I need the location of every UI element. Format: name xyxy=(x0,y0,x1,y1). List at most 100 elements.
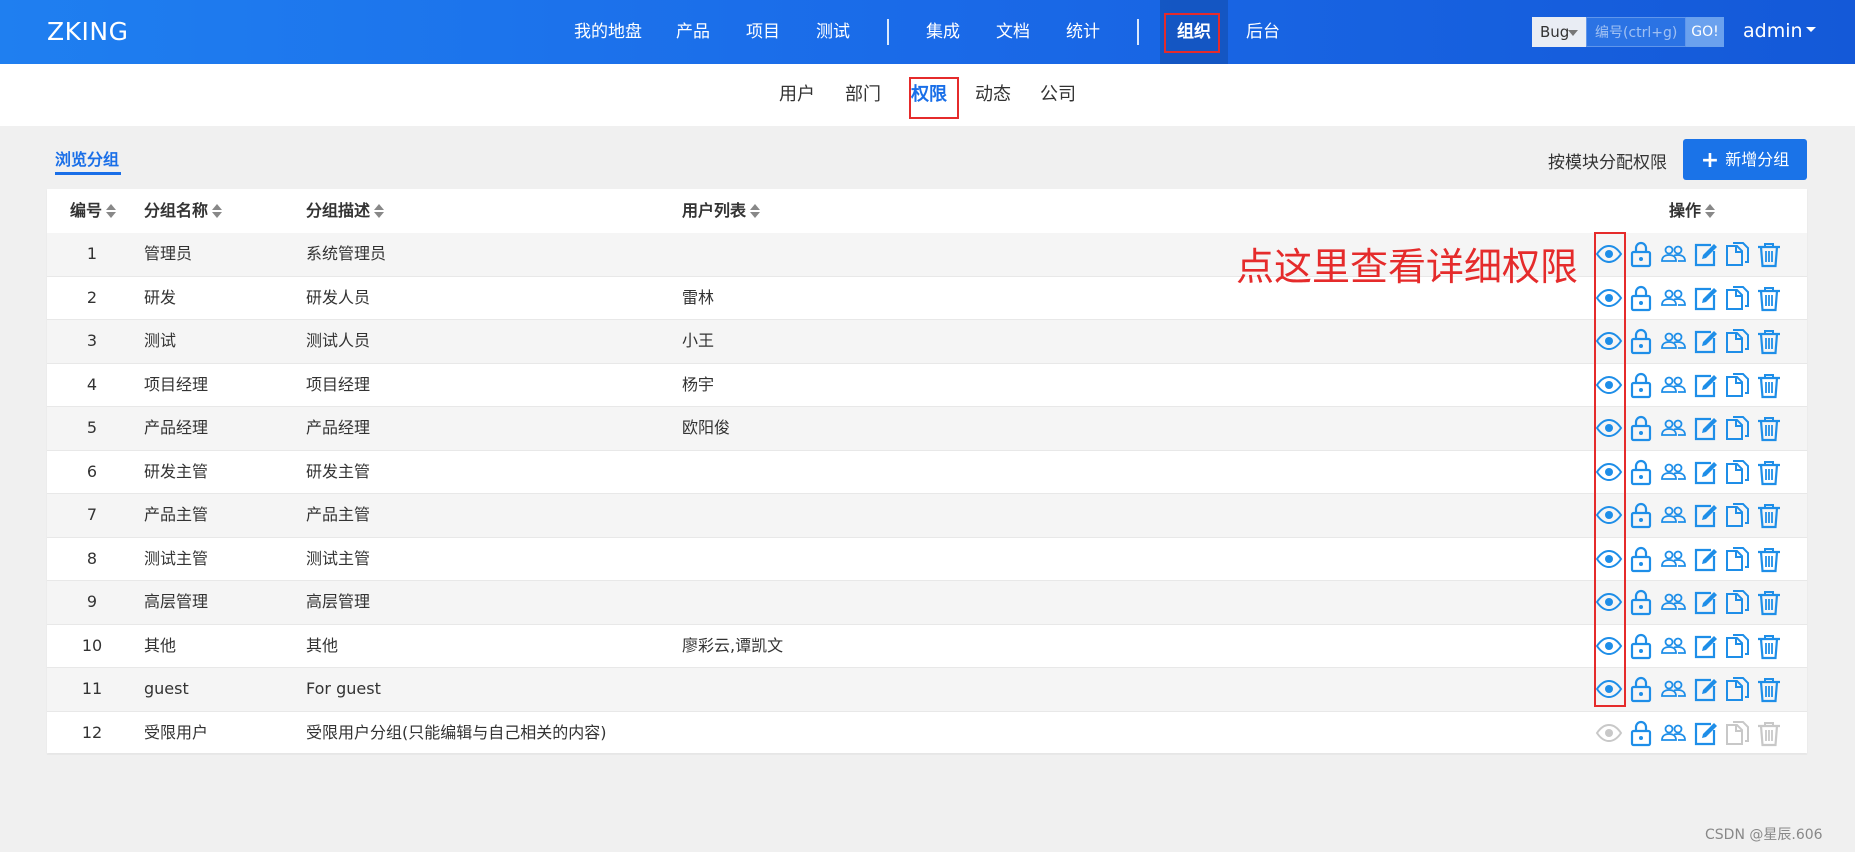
lock-icon[interactable] xyxy=(1627,240,1655,268)
copy-icon[interactable] xyxy=(1723,240,1751,268)
user-menu[interactable]: admin xyxy=(1743,20,1816,42)
brand-logo[interactable]: ZKING xyxy=(47,17,128,46)
trash-icon[interactable] xyxy=(1755,632,1783,660)
users-icon[interactable] xyxy=(1659,675,1687,703)
column-header-desc[interactable]: 分组描述 xyxy=(306,189,385,233)
lock-icon[interactable] xyxy=(1627,632,1655,660)
copy-icon[interactable] xyxy=(1723,632,1751,660)
edit-icon[interactable] xyxy=(1691,675,1719,703)
edit-icon[interactable] xyxy=(1691,240,1719,268)
browse-groups-tab[interactable]: 浏览分组 xyxy=(55,146,119,170)
copy-icon[interactable] xyxy=(1723,675,1751,703)
nav-item-dashboard[interactable]: 我的地盘 xyxy=(574,0,642,64)
users-icon[interactable] xyxy=(1659,240,1687,268)
add-group-button[interactable]: + 新增分组 xyxy=(1683,139,1807,180)
trash-icon[interactable] xyxy=(1755,327,1783,355)
nav-item-integration[interactable]: 集成 xyxy=(926,0,960,64)
subnav-item-users[interactable]: 用户 xyxy=(779,64,815,126)
eye-icon[interactable] xyxy=(1595,675,1623,703)
eye-icon[interactable] xyxy=(1595,284,1623,312)
lock-icon[interactable] xyxy=(1627,675,1655,703)
trash-icon[interactable] xyxy=(1755,284,1783,312)
edit-icon[interactable] xyxy=(1691,327,1719,355)
users-icon[interactable] xyxy=(1659,719,1687,747)
trash-icon[interactable] xyxy=(1755,414,1783,442)
subnav-item-departments[interactable]: 部门 xyxy=(845,64,881,126)
edit-icon[interactable] xyxy=(1691,632,1719,660)
group-desc-cell: 测试人员 xyxy=(306,331,371,350)
lock-icon[interactable] xyxy=(1627,588,1655,616)
column-header-id[interactable]: 编号 xyxy=(70,189,117,233)
edit-icon[interactable] xyxy=(1691,545,1719,573)
lock-icon[interactable] xyxy=(1627,719,1655,747)
copy-icon[interactable] xyxy=(1723,501,1751,529)
nav-item-product[interactable]: 产品 xyxy=(676,0,710,64)
nav-item-test[interactable]: 测试 xyxy=(816,0,850,64)
trash-icon[interactable] xyxy=(1755,501,1783,529)
edit-icon[interactable] xyxy=(1691,501,1719,529)
column-header-users[interactable]: 用户列表 xyxy=(682,189,761,233)
subnav-item-activity[interactable]: 动态 xyxy=(975,64,1011,126)
copy-icon[interactable] xyxy=(1723,371,1751,399)
trash-icon[interactable] xyxy=(1755,588,1783,616)
assign-by-module-link[interactable]: 按模块分配权限 xyxy=(1548,148,1667,173)
lock-icon[interactable] xyxy=(1627,371,1655,399)
users-icon[interactable] xyxy=(1659,414,1687,442)
lock-icon[interactable] xyxy=(1627,501,1655,529)
lock-icon[interactable] xyxy=(1627,545,1655,573)
eye-icon[interactable] xyxy=(1595,414,1623,442)
nav-item-docs[interactable]: 文档 xyxy=(996,0,1030,64)
users-icon[interactable] xyxy=(1659,327,1687,355)
copy-icon[interactable] xyxy=(1723,414,1751,442)
subnav-item-company[interactable]: 公司 xyxy=(1040,64,1076,126)
eye-icon[interactable] xyxy=(1595,458,1623,486)
nav-item-project[interactable]: 项目 xyxy=(746,0,780,64)
table-header: 编号 分组名称 分组描述 用户列表 操作 xyxy=(47,189,1807,234)
copy-icon[interactable] xyxy=(1723,588,1751,616)
copy-icon[interactable] xyxy=(1723,284,1751,312)
users-icon[interactable] xyxy=(1659,588,1687,616)
search-type-select[interactable]: Bug xyxy=(1532,17,1586,47)
column-header-name[interactable]: 分组名称 xyxy=(144,189,223,233)
edit-icon[interactable] xyxy=(1691,588,1719,616)
lock-icon[interactable] xyxy=(1627,414,1655,442)
edit-icon[interactable] xyxy=(1691,284,1719,312)
users-icon[interactable] xyxy=(1659,371,1687,399)
edit-icon[interactable] xyxy=(1691,414,1719,442)
users-icon[interactable] xyxy=(1659,458,1687,486)
eye-icon[interactable] xyxy=(1595,371,1623,399)
search-go-button[interactable]: GO! xyxy=(1686,17,1724,47)
column-header-actions[interactable]: 操作 xyxy=(1669,189,1716,233)
eye-icon[interactable] xyxy=(1595,588,1623,616)
copy-icon[interactable] xyxy=(1723,545,1751,573)
trash-icon[interactable] xyxy=(1755,675,1783,703)
users-icon[interactable] xyxy=(1659,545,1687,573)
eye-icon[interactable] xyxy=(1595,632,1623,660)
nav-item-admin[interactable]: 后台 xyxy=(1246,0,1280,64)
nav-item-stats[interactable]: 统计 xyxy=(1066,0,1100,64)
trash-icon[interactable] xyxy=(1755,240,1783,268)
trash-icon[interactable] xyxy=(1755,371,1783,399)
users-icon[interactable] xyxy=(1659,501,1687,529)
subnav-item-permissions[interactable]: 权限 xyxy=(911,64,947,126)
users-icon[interactable] xyxy=(1659,632,1687,660)
eye-icon[interactable] xyxy=(1595,240,1623,268)
edit-icon[interactable] xyxy=(1691,371,1719,399)
trash-icon[interactable] xyxy=(1755,458,1783,486)
column-header-desc-label: 分组描述 xyxy=(306,201,371,220)
copy-icon[interactable] xyxy=(1723,327,1751,355)
lock-icon[interactable] xyxy=(1627,284,1655,312)
lock-icon[interactable] xyxy=(1627,458,1655,486)
edit-icon[interactable] xyxy=(1691,458,1719,486)
search-input[interactable]: 编号(ctrl+g) xyxy=(1586,17,1686,47)
lock-icon[interactable] xyxy=(1627,327,1655,355)
eye-icon[interactable] xyxy=(1595,327,1623,355)
eye-icon[interactable] xyxy=(1595,545,1623,573)
users-icon[interactable] xyxy=(1659,284,1687,312)
eye-icon[interactable] xyxy=(1595,501,1623,529)
nav-item-organization[interactable]: 组织 xyxy=(1177,0,1211,64)
trash-icon[interactable] xyxy=(1755,545,1783,573)
group-id-cell: 11 xyxy=(81,679,103,698)
edit-icon[interactable] xyxy=(1691,719,1719,747)
copy-icon[interactable] xyxy=(1723,458,1751,486)
